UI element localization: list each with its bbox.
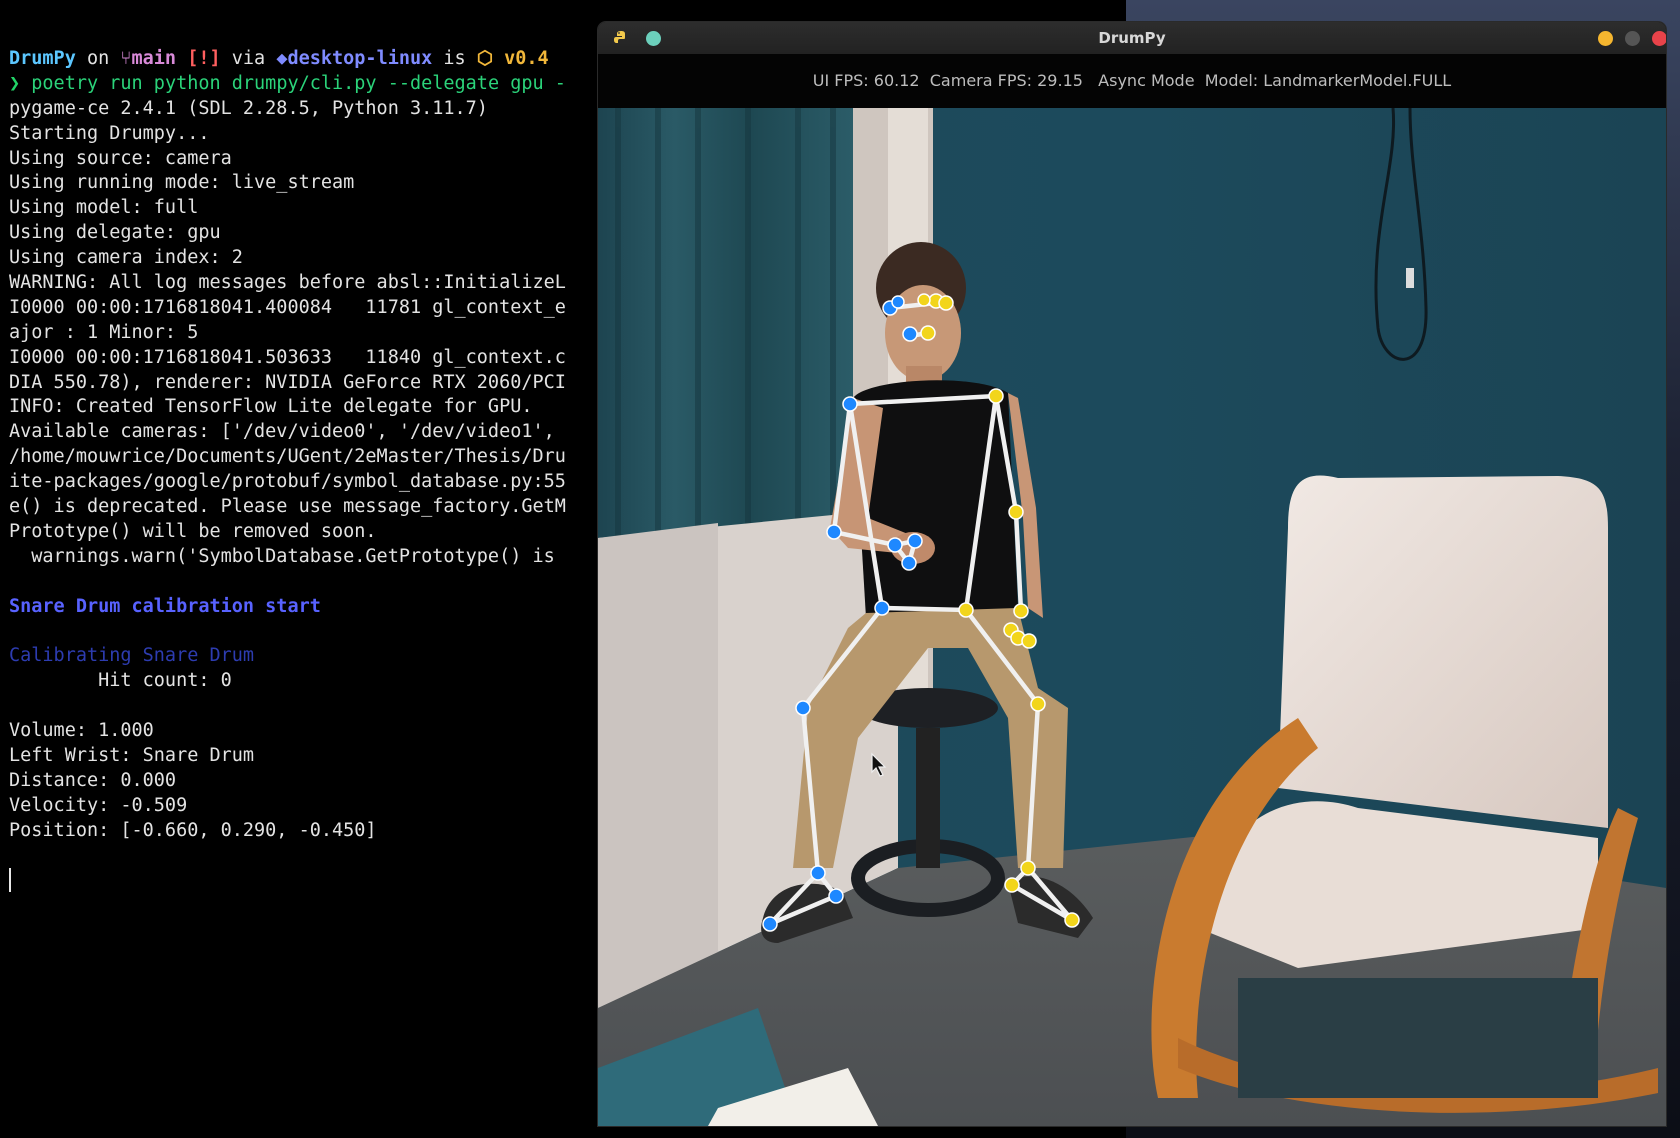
git-branch-icon: ⑂ xyxy=(120,48,132,69)
command-name: poetry xyxy=(31,72,99,94)
close-button[interactable] xyxy=(1652,31,1666,46)
text-cursor xyxy=(9,868,11,892)
prompt-text: is xyxy=(432,48,477,69)
command-args: run python drumpy/cli.py --delegate gpu … xyxy=(109,72,566,94)
window-titlebar[interactable]: DrumPy xyxy=(598,22,1666,54)
prompt-text: via xyxy=(220,48,277,69)
prompt-version: v0.4 xyxy=(504,48,549,69)
prompt-docker-context: desktop-linux xyxy=(287,48,433,69)
package-icon: ⬡ xyxy=(476,48,493,69)
camera-image xyxy=(598,108,1666,1126)
maximize-button[interactable] xyxy=(1625,31,1640,46)
fps-status-bar: UI FPS: 60.12 Camera FPS: 29.15 Async Mo… xyxy=(598,54,1666,108)
prompt-arrow: ❯ xyxy=(9,72,21,94)
docker-icon: ◆ xyxy=(276,48,288,69)
window-title: DrumPy xyxy=(1098,29,1166,47)
prompt-text: on xyxy=(75,48,121,69)
drumpy-window[interactable]: DrumPy UI FPS: 60.12 Camera FPS: 29.15 A… xyxy=(598,22,1666,1126)
prompt-branch: main xyxy=(131,48,177,69)
prompt-git-status: [!] xyxy=(187,48,221,69)
minimize-button[interactable] xyxy=(1598,31,1613,46)
camera-feed[interactable] xyxy=(598,108,1666,1126)
prompt-directory: DrumPy xyxy=(9,48,76,69)
